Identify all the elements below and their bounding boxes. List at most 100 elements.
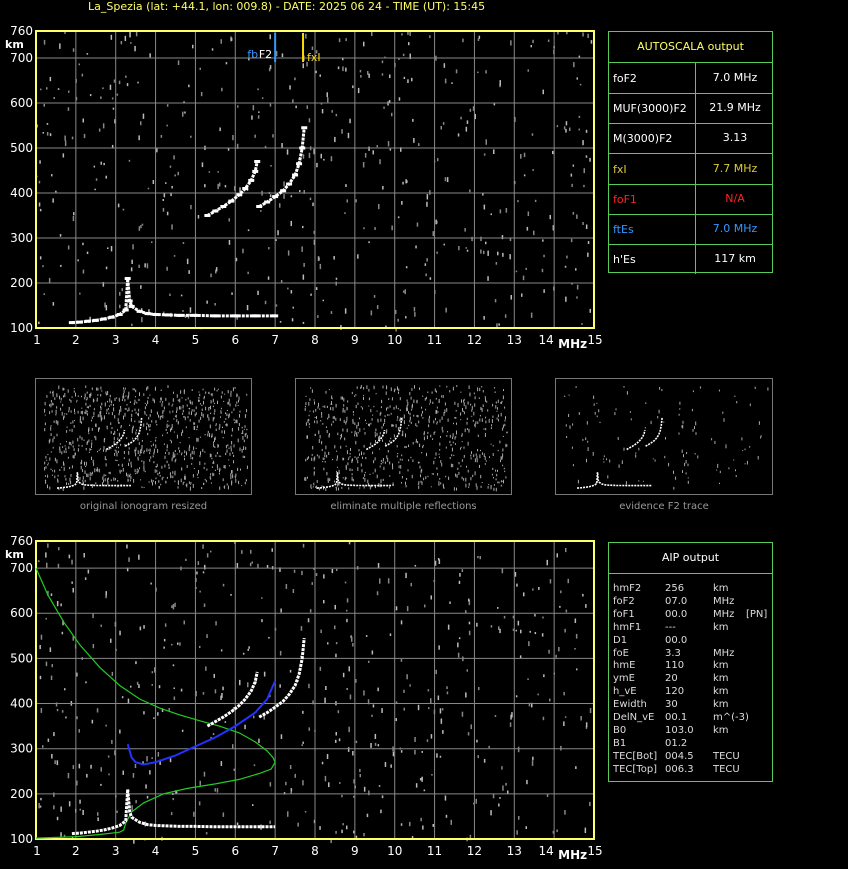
aip-unit: km xyxy=(713,673,729,685)
y-tick-label: 500 xyxy=(10,651,33,665)
ionogram-title: La_Spezia (lat: +44.1, lon: 009.8) - DAT… xyxy=(88,0,486,13)
x-tick-label: 7 xyxy=(271,844,279,858)
x-tick-label: 6 xyxy=(231,333,239,347)
aip-row: ymE 20 km xyxy=(613,673,773,686)
ionogram-chart-top: 1 2 3 4 5 6 7 8 9 10 11 12 13 14 151002003004005006007… xyxy=(5,24,603,351)
aip-name: hmE xyxy=(613,660,636,672)
aip-unit: TECU xyxy=(713,750,740,762)
autoscala-row-m-3000-f2: M(3000)F2 3.13 xyxy=(609,123,774,155)
aip-unit: km xyxy=(713,660,729,672)
aip-value: 20 xyxy=(665,673,678,685)
aip-value: 00.0 xyxy=(665,608,688,620)
aip-row: Ewidth 30 km xyxy=(613,699,773,712)
x-tick-label: 10 xyxy=(387,333,402,347)
x-axis-label: MHz xyxy=(558,337,587,351)
aip-name: hmF2 xyxy=(613,583,642,594)
x-tick-label: 8 xyxy=(311,844,319,858)
aip-row: D1 00.0 xyxy=(613,635,773,648)
autoscala-row-fof1: foF1 N/A xyxy=(609,183,774,215)
aip-row: foF2 07.0 MHz xyxy=(613,596,773,609)
y-tick-label: 600 xyxy=(10,606,33,620)
x-tick-label: 13 xyxy=(507,333,522,347)
caption-eliminate: eliminate multiple reflections xyxy=(330,501,477,512)
autoscala-param-name: ftEs xyxy=(613,223,634,236)
trace-line-0 xyxy=(71,278,276,325)
aip-name: DelN_vE xyxy=(613,712,655,723)
caption-original: original ionogram resized xyxy=(79,501,208,512)
aip-name: D1 xyxy=(613,634,628,646)
aip-unit: km xyxy=(713,686,729,698)
aip-name: B1 xyxy=(613,737,627,749)
x-tick-label: 6 xyxy=(231,844,239,858)
autoscala-param-value: 7.0 MHz xyxy=(695,214,774,244)
aip-name: TEC[Top] xyxy=(613,763,658,775)
aip-row: foE 3.3 MHz xyxy=(613,648,773,661)
autoscala-param-name: h'Es xyxy=(613,253,636,267)
x-tick-label: 4 xyxy=(152,333,160,347)
x-tick-label: 15 xyxy=(587,844,602,858)
aip-name: ymE xyxy=(613,673,635,685)
trace-point xyxy=(254,160,261,163)
autoscala-title: AUTOSCALA output xyxy=(609,32,772,63)
y-tick-label: 100 xyxy=(10,321,33,335)
trace-line-1 xyxy=(206,671,259,728)
y-tick-label: 200 xyxy=(10,276,33,290)
autoscala-panel: AUTOSCALA output foF2 7.0 MHz MUF(3000)F2 2… xyxy=(608,31,774,275)
autoscala-row-ftes: ftEs 7.0 MHz xyxy=(609,214,772,245)
autoscala-row-fxi: fxI 7.7 MHz xyxy=(609,153,772,185)
aip-value: 01.2 xyxy=(665,737,688,749)
aip-value: --- xyxy=(665,621,676,633)
aip-unit: km xyxy=(713,583,729,594)
trace-line-0 xyxy=(71,789,276,836)
aip-name: h_vE xyxy=(613,686,637,698)
thumbnail-evidence-f2 xyxy=(555,378,773,495)
aip-row: B1 01.2 xyxy=(613,738,773,751)
aip-name: B0 xyxy=(613,724,627,736)
autoscala-row-fof2: foF2 7.0 MHz xyxy=(609,63,772,94)
aip-row: TEC[Bot] 004.5 TECU xyxy=(613,751,773,764)
aip-unit: km xyxy=(713,621,729,633)
x-tick-label: 4 xyxy=(152,844,160,858)
aip-row: h_vE 120 km xyxy=(613,686,773,699)
autoscala-param-name: fxI xyxy=(613,162,627,176)
autoscala-param-value: 3.13 xyxy=(695,123,774,154)
ionogram-chart-bottom: 1 2 3 4 5 6 7 8 9 10 11 12 13 14 151002003004005006007… xyxy=(5,534,603,862)
aip-value: 00.0 xyxy=(665,634,688,646)
x-tick-label: 2 xyxy=(72,844,80,858)
y-tick-label: 600 xyxy=(10,96,33,110)
autoscala-param-name: foF1 xyxy=(613,192,637,206)
aip-unit: TECU xyxy=(713,763,740,775)
y-tick-label: 300 xyxy=(10,231,33,245)
aip-name: hmF1 xyxy=(613,621,642,633)
x-tick-label: 5 xyxy=(192,333,200,347)
aip-value: 256 xyxy=(665,583,685,594)
marker-label-fxI: fxI xyxy=(307,51,321,64)
aip-value: 103.0 xyxy=(665,724,694,736)
autoscala-param-value: 117 km xyxy=(695,244,774,275)
y-tick-label: 760 xyxy=(10,24,33,38)
aip-value: 006.3 xyxy=(665,763,694,775)
x-axis-label: MHz xyxy=(558,848,587,862)
y-tick-label: 400 xyxy=(10,697,33,711)
trace-line-1 xyxy=(206,161,259,217)
y-tick-label: 500 xyxy=(10,141,33,155)
aip-value: 00.1 xyxy=(665,712,688,723)
aip-name: foF1 xyxy=(613,608,635,620)
aip-value: 110 xyxy=(665,660,685,672)
autoscala-row-h-es: h'Es 117 km xyxy=(609,244,774,275)
aip-row: TEC[Top] 006.3 TECU xyxy=(613,764,773,777)
x-tick-label: 1 xyxy=(33,333,41,347)
y-tick-label: 700 xyxy=(10,561,33,575)
aip-unit: MHz xyxy=(713,647,735,659)
y-tick-label: 760 xyxy=(10,534,33,548)
trace-line-2 xyxy=(258,127,306,208)
y-tick-label: 300 xyxy=(10,742,33,756)
autoscala-param-value: 21.9 MHz xyxy=(695,93,774,124)
aip-name: Ewidth xyxy=(613,699,647,711)
x-tick-label: 3 xyxy=(112,333,120,347)
autoscala-param-value: N/A xyxy=(695,183,774,214)
autoscala-param-value: 7.0 MHz xyxy=(695,63,774,93)
aip-value: 3.3 xyxy=(665,647,681,659)
marker-label-F2: F2 xyxy=(259,48,272,61)
x-tick-label: 11 xyxy=(427,844,442,858)
